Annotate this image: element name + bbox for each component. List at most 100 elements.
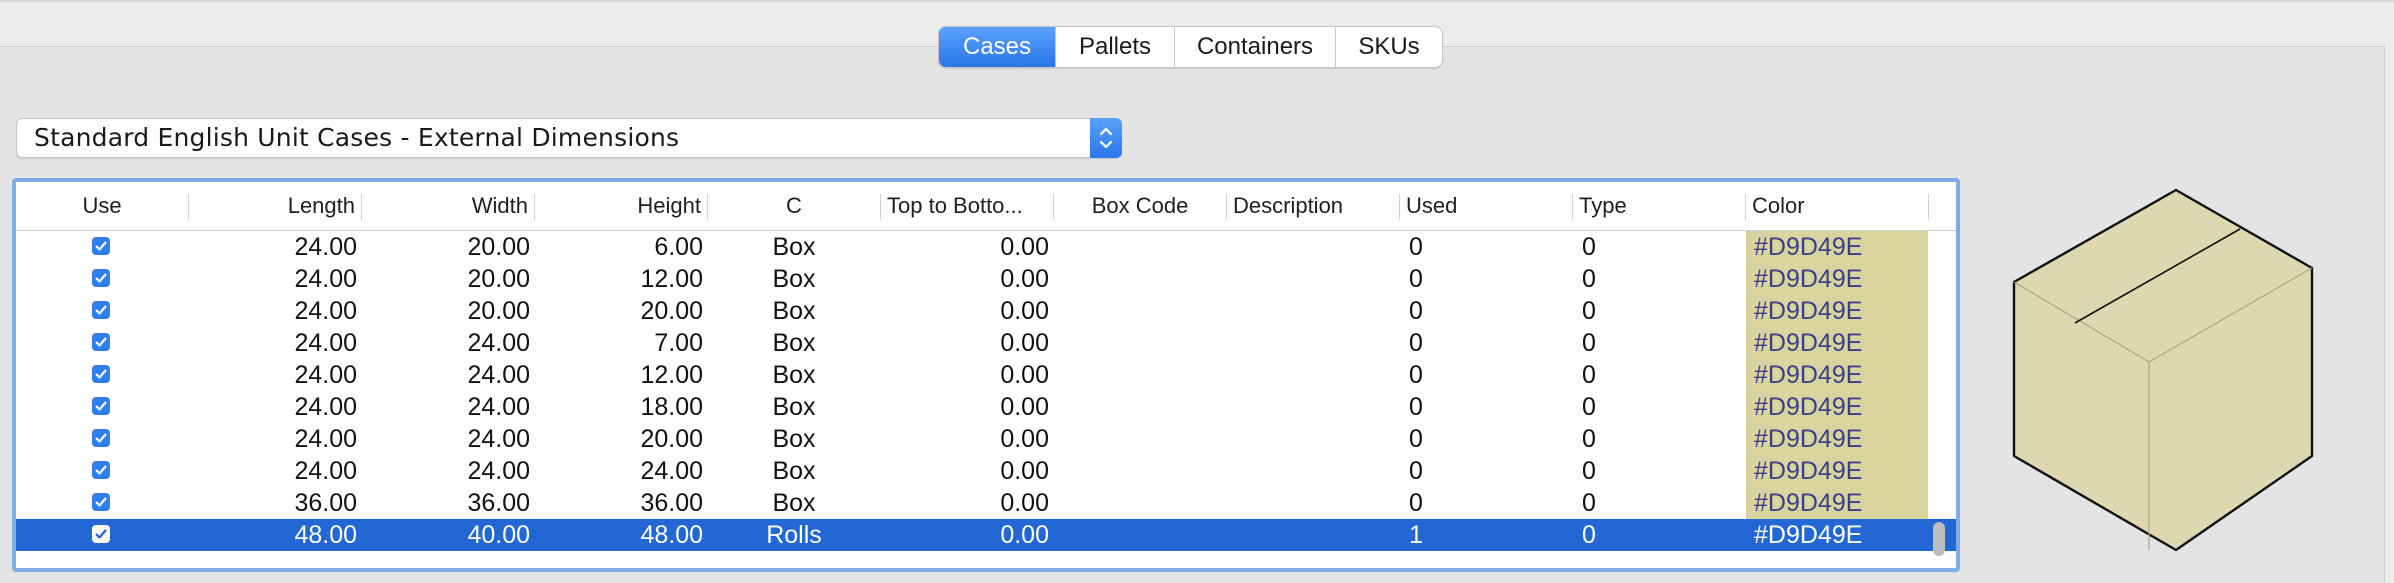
cell-height: 7.00 [654,329,703,357]
table-row[interactable]: 24.00 24.00 18.00 Box 0.00 0 0 #D9D49E [16,391,1956,423]
checkmark-icon [95,369,107,379]
cell-width: 24.00 [467,329,530,357]
table-row[interactable]: 24.00 24.00 7.00 Box 0.00 0 0 #D9D49E [16,327,1956,359]
col-header-c[interactable]: C [708,182,880,230]
use-checkbox[interactable] [92,333,110,351]
col-header-color[interactable]: Color [1746,182,1928,230]
cell-description [1227,487,1399,519]
cell-length: 24.00 [294,425,357,453]
cell-used: 1 [1409,521,1423,549]
cell-color: #D9D49E [1754,521,1863,549]
vertical-scrollbar[interactable] [1933,522,1945,556]
cell-type: 0 [1582,265,1596,293]
cell-box-code [1054,359,1226,391]
cell-used: 0 [1409,393,1423,421]
cell-c: Box [772,393,816,421]
cell-width: 24.00 [467,393,530,421]
cell-description [1227,423,1399,455]
cell-width: 24.00 [467,425,530,453]
cell-used: 0 [1409,457,1423,485]
use-checkbox[interactable] [92,237,110,255]
table-row[interactable]: 24.00 20.00 20.00 Box 0.00 0 0 #D9D49E [16,295,1956,327]
col-header-type[interactable]: Type [1573,182,1745,230]
case-set-popup[interactable]: Standard English Unit Cases - External D… [16,118,1122,158]
use-checkbox[interactable] [92,525,110,543]
cell-type: 0 [1582,297,1596,325]
cell-type: 0 [1582,489,1596,517]
cell-box-code [1054,263,1226,295]
cell-type: 0 [1582,457,1596,485]
cell-used: 0 [1409,425,1423,453]
table-row-selected[interactable]: 48.00 40.00 48.00 Rolls 0.00 1 0 #D9D49E [16,519,1956,551]
col-header-width[interactable]: Width [362,182,534,230]
cell-description [1227,519,1399,551]
cell-color: #D9D49E [1746,263,1928,295]
cell-box-code [1054,487,1226,519]
tab-skus[interactable]: SKUs [1335,27,1442,67]
col-header-use[interactable]: Use [16,182,188,230]
use-checkbox[interactable] [92,397,110,415]
col-header-height[interactable]: Height [535,182,707,230]
cell-box-code [1054,391,1226,423]
tab-bar: Cases Pallets Containers SKUs [938,26,1443,68]
cases-table[interactable]: Use Length Width Height C Top to Botto..… [12,178,1960,572]
table-header: Use Length Width Height C Top to Botto..… [16,182,1956,231]
use-checkbox[interactable] [92,493,110,511]
col-header-length[interactable]: Length [189,182,361,230]
cell-type: 0 [1582,425,1596,453]
use-checkbox[interactable] [92,429,110,447]
cell-top-to-bottom: 0.00 [1000,489,1049,517]
table-row[interactable]: 36.00 36.00 36.00 Box 0.00 0 0 #D9D49E [16,487,1956,519]
checkmark-icon [95,465,107,475]
cell-top-to-bottom: 0.00 [1000,361,1049,389]
cell-height: 18.00 [640,393,703,421]
table-row[interactable]: 24.00 24.00 12.00 Box 0.00 0 0 #D9D49E [16,359,1956,391]
cell-color: #D9D49E [1746,391,1928,423]
up-down-chevron-icon[interactable] [1090,118,1122,158]
cell-width: 36.00 [467,489,530,517]
cell-description [1227,359,1399,391]
cell-description [1227,391,1399,423]
use-checkbox[interactable] [92,461,110,479]
use-checkbox[interactable] [92,365,110,383]
cell-length: 24.00 [294,329,357,357]
cell-top-to-bottom: 0.00 [1000,233,1049,261]
cell-width: 20.00 [467,297,530,325]
table-row[interactable]: 24.00 24.00 20.00 Box 0.00 0 0 #D9D49E [16,423,1956,455]
cell-description [1227,327,1399,359]
cell-color: #D9D49E [1746,487,1928,519]
cell-type: 0 [1582,233,1596,261]
use-checkbox[interactable] [92,301,110,319]
tab-cases[interactable]: Cases [939,27,1055,67]
cell-height: 12.00 [640,265,703,293]
checkmark-icon [95,241,107,251]
cell-used: 0 [1409,489,1423,517]
cell-width: 20.00 [467,265,530,293]
column-divider[interactable] [1928,194,1929,220]
checkmark-icon [95,401,107,411]
cell-width: 24.00 [467,457,530,485]
tab-pallets[interactable]: Pallets [1055,27,1174,67]
cell-used: 0 [1409,265,1423,293]
cell-type: 0 [1582,393,1596,421]
col-header-used[interactable]: Used [1400,182,1572,230]
cell-top-to-bottom: 0.00 [1000,393,1049,421]
checkmark-icon [95,337,107,347]
cell-top-to-bottom: 0.00 [1000,457,1049,485]
col-header-box-code[interactable]: Box Code [1054,182,1226,230]
cell-box-code [1054,519,1226,551]
table-row[interactable]: 24.00 20.00 6.00 Box 0.00 0 0 #D9D49E [16,231,1956,263]
cell-length: 24.00 [294,457,357,485]
tab-containers[interactable]: Containers [1174,27,1335,67]
use-checkbox[interactable] [92,269,110,287]
table-row[interactable]: 24.00 20.00 12.00 Box 0.00 0 0 #D9D49E [16,263,1956,295]
col-header-top-to-bottom[interactable]: Top to Botto... [881,182,1053,230]
cell-length: 24.00 [294,393,357,421]
box-3d-preview [2004,186,2324,561]
table-row[interactable]: 24.00 24.00 24.00 Box 0.00 0 0 #D9D49E [16,455,1956,487]
cell-color: #D9D49E [1746,327,1928,359]
cell-length: 24.00 [294,233,357,261]
col-header-description[interactable]: Description [1227,182,1399,230]
table-body: 24.00 20.00 6.00 Box 0.00 0 0 #D9D49E 24… [16,231,1956,551]
cell-top-to-bottom: 0.00 [1000,425,1049,453]
